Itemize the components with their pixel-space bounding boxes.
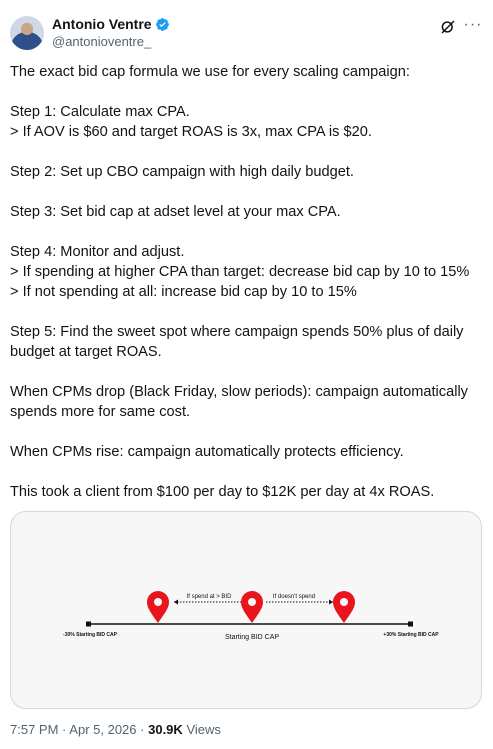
arrow-left-head <box>174 599 178 605</box>
right-label: +30% Starting BID CAP <box>383 632 439 638</box>
views-label: Views <box>186 722 221 737</box>
left-label: -30% Starting BID CAP <box>63 632 118 638</box>
avatar[interactable] <box>10 16 44 50</box>
pin-center <box>241 591 263 623</box>
grok-icon[interactable] <box>439 18 457 36</box>
arrow-left-label: If spend at > BID <box>187 594 233 600</box>
tweet-media-image[interactable]: If spend at > BID If doesn't spend -30% … <box>10 511 482 709</box>
views-count: 30.9K <box>148 722 183 737</box>
pin-left <box>147 591 169 623</box>
left-endpoint <box>86 621 91 627</box>
arrow-right-label: If doesn't spend <box>273 594 315 600</box>
tweet-text: The exact bid cap formula we use for eve… <box>10 64 470 500</box>
tweet-header: Antonio Ventre @antonioventre_ ··· <box>10 14 483 54</box>
tweet-date[interactable]: Apr 5, 2026 <box>69 722 136 737</box>
tweet-time[interactable]: 7:57 PM <box>10 722 58 737</box>
bid-cap-diagram: If spend at > BID If doesn't spend -30% … <box>63 591 439 641</box>
pin-right <box>333 591 355 623</box>
author-name[interactable]: Antonio Ventre <box>52 16 152 32</box>
meta-separator: · <box>62 722 67 737</box>
right-endpoint <box>408 621 413 627</box>
more-icon[interactable]: ··· <box>463 17 483 36</box>
verified-badge-icon <box>155 17 169 31</box>
meta-separator-2: · <box>140 722 145 737</box>
tweet-meta: 7:57 PM · Apr 5, 2026 · 30.9K Views <box>10 722 221 737</box>
author-handle[interactable]: @antonioventre_ <box>52 34 151 49</box>
arrow-right-head <box>329 599 333 605</box>
author-name-row[interactable]: Antonio Ventre <box>52 16 170 32</box>
center-label: Starting BID CAP <box>225 634 279 641</box>
